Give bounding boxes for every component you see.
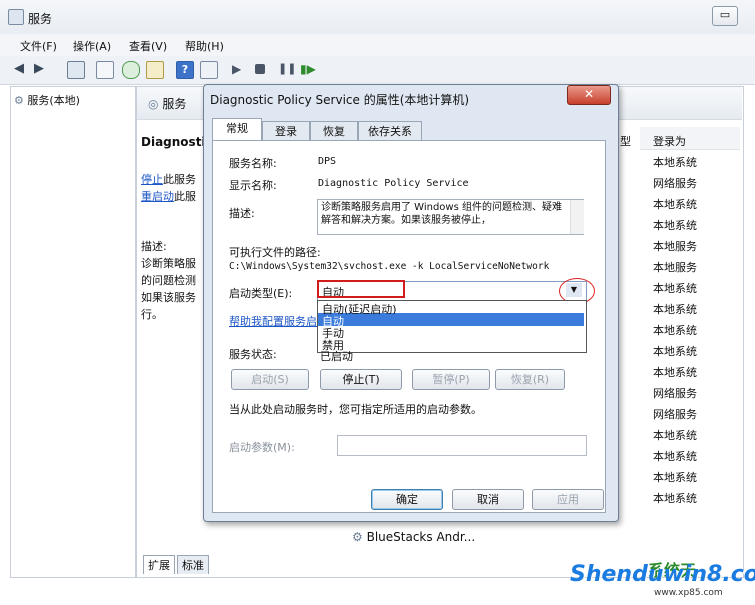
- service-status-label: 服务状态:: [229, 348, 277, 361]
- menu-action[interactable]: 操作(A): [73, 38, 111, 54]
- pause-service-icon[interactable]: ❚❚: [278, 61, 296, 77]
- minimize-button[interactable]: ▭: [712, 6, 738, 26]
- tab-logon[interactable]: 登录: [262, 121, 310, 141]
- properties-icon[interactable]: [96, 61, 114, 79]
- selected-service-title: Diagnosti: [141, 135, 206, 149]
- path-value: C:\Windows\System32\svchost.exe -k Local…: [229, 261, 550, 272]
- resume-button[interactable]: 恢复(R): [495, 369, 565, 390]
- watermark: Shenduwin8.com: [570, 562, 755, 587]
- restart-service-icon[interactable]: ▮▶: [300, 61, 316, 77]
- console-tree: [10, 86, 136, 578]
- description-line: 行。: [141, 308, 163, 321]
- restart-service-link[interactable]: 重启动: [141, 190, 174, 203]
- list-item-label: BlueStacks Andr...: [366, 530, 476, 544]
- ok-button[interactable]: 确定: [371, 489, 443, 510]
- start-service-icon[interactable]: ▶: [232, 61, 248, 77]
- list-item[interactable]: ⚙ BlueStacks Andr...: [352, 530, 475, 544]
- dialog-title: Diagnostic Policy Service 的属性(本地计算机): [210, 93, 470, 107]
- tab-recovery[interactable]: 恢复: [310, 121, 358, 141]
- path-label: 可执行文件的路径:: [229, 246, 321, 259]
- window-title: 服务: [28, 12, 53, 26]
- tab-standard[interactable]: 标准: [177, 555, 209, 574]
- description-label: 描述:: [229, 207, 255, 220]
- console-tree-icon[interactable]: [67, 61, 85, 79]
- start-params-input[interactable]: [337, 435, 587, 456]
- logon-cell[interactable]: 本地服务: [653, 238, 697, 254]
- logon-cell[interactable]: 本地系统: [653, 490, 697, 506]
- description-line: 诊断策略服: [141, 257, 196, 270]
- services-header-label: 服务: [162, 97, 187, 111]
- logon-cell[interactable]: 本地系统: [653, 448, 697, 464]
- restart-service-rest: 此服: [174, 190, 196, 203]
- back-icon[interactable]: ◀: [14, 61, 30, 77]
- cancel-button[interactable]: 取消: [452, 489, 524, 510]
- logon-cell[interactable]: 网络服务: [653, 385, 697, 401]
- description-line: 如果该服务: [141, 291, 196, 304]
- refresh-icon[interactable]: [122, 61, 140, 79]
- logon-cell[interactable]: 网络服务: [653, 175, 697, 191]
- logon-cell[interactable]: 网络服务: [653, 406, 697, 422]
- service-status-value: 已启动: [320, 350, 353, 363]
- watermark-url: www.xp85.com: [654, 588, 723, 598]
- description-line: 的问题检测: [141, 274, 196, 287]
- logon-cell[interactable]: 本地系统: [653, 196, 697, 212]
- logon-cell[interactable]: 本地服务: [653, 259, 697, 275]
- stop-service-link[interactable]: 停止: [141, 173, 163, 186]
- service-name-label: 服务名称:: [229, 157, 277, 170]
- view-icon[interactable]: [200, 61, 218, 79]
- logon-cell[interactable]: 本地系统: [653, 322, 697, 338]
- menu-file[interactable]: 文件(F): [20, 38, 57, 54]
- menu-help[interactable]: 帮助(H): [185, 38, 224, 54]
- stop-service-icon[interactable]: [255, 64, 265, 74]
- stop-service-rest: 此服务: [163, 173, 196, 186]
- logon-cell[interactable]: 本地系统: [653, 343, 697, 359]
- column-header-logon[interactable]: 登录为: [653, 133, 686, 149]
- description-scrollbar[interactable]: [570, 200, 584, 234]
- services-app-icon: [8, 9, 24, 25]
- logon-cell[interactable]: 本地系统: [653, 469, 697, 485]
- export-icon[interactable]: [146, 61, 164, 79]
- start-params-label: 启动参数(M):: [229, 441, 295, 454]
- tree-item-label: 服务(本地): [27, 94, 80, 107]
- stop-button[interactable]: 停止(T): [320, 369, 402, 390]
- close-button[interactable]: ✕: [567, 85, 611, 105]
- tab-general[interactable]: 常规: [212, 118, 262, 141]
- logon-cell[interactable]: 本地系统: [653, 154, 697, 170]
- start-params-hint: 当从此处启动服务时，您可指定所适用的启动参数。: [229, 403, 482, 416]
- tree-item-services-local[interactable]: ⚙ 服务(本地): [14, 92, 80, 108]
- logon-cell[interactable]: 本地系统: [653, 217, 697, 233]
- stop-service-line: 停止此服务: [141, 171, 196, 187]
- logon-cell[interactable]: 本地系统: [653, 301, 697, 317]
- help-icon[interactable]: ?: [176, 61, 194, 79]
- display-name-label: 显示名称:: [229, 179, 277, 192]
- column-header-type[interactable]: 型: [620, 133, 631, 149]
- gear-icon: ⚙: [352, 530, 363, 544]
- search-icon: ◎: [148, 97, 159, 111]
- services-header-title: ◎ 服务: [148, 95, 186, 112]
- forward-icon[interactable]: ▶: [34, 61, 50, 77]
- pause-button[interactable]: 暂停(P): [412, 369, 490, 390]
- display-name-value: Diagnostic Policy Service: [318, 178, 469, 189]
- tab-extended[interactable]: 扩展: [143, 555, 175, 574]
- start-button[interactable]: 启动(S): [231, 369, 309, 390]
- menu-view[interactable]: 查看(V): [129, 38, 167, 54]
- tab-dependencies[interactable]: 依存关系: [358, 121, 422, 141]
- logon-cell[interactable]: 本地系统: [653, 280, 697, 296]
- gear-icon: ⚙: [14, 94, 24, 107]
- apply-button[interactable]: 应用: [532, 489, 604, 510]
- logon-cell[interactable]: 本地系统: [653, 364, 697, 380]
- restart-service-line: 重启动此服: [141, 188, 196, 204]
- startup-type-label: 启动类型(E):: [229, 287, 293, 300]
- annotation-highlight-box: [317, 280, 405, 298]
- service-name-value: DPS: [318, 156, 337, 167]
- logon-cell[interactable]: 本地系统: [653, 427, 697, 443]
- main-titlebar: [0, 0, 755, 35]
- description-box[interactable]: 诊断策略服务启用了 Windows 组件的问题检测、疑难解答和解决方案。如果该服…: [317, 199, 584, 235]
- description-label: 描述:: [141, 240, 167, 253]
- help-configure-link[interactable]: 帮助我配置服务启: [229, 313, 317, 329]
- menubar: [0, 34, 755, 56]
